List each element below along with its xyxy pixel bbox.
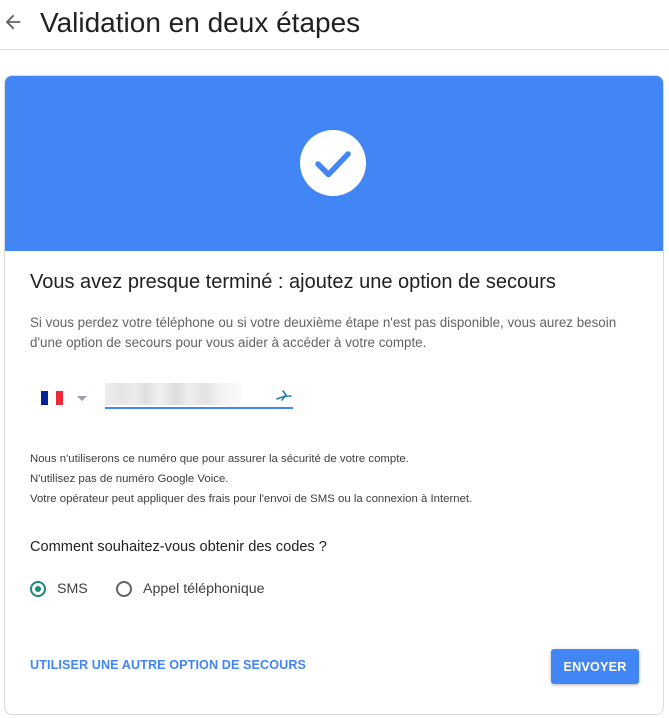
radio-label-sms: SMS	[57, 581, 88, 597]
code-delivery-question: Comment souhaitez-vous obtenir des codes…	[30, 539, 327, 555]
section-heading: Vous avez presque terminé : ajoutez une …	[30, 271, 556, 293]
note-line: Votre opérateur peut appliquer des frais…	[30, 493, 473, 505]
top-bar: Validation en deux étapes	[0, 0, 669, 50]
radio-phone-call[interactable]: Appel téléphonique	[116, 578, 265, 600]
hero-banner	[5, 76, 663, 251]
send-button[interactable]: ENVOYER	[551, 649, 639, 684]
phone-number-row	[35, 381, 305, 413]
check-circle-icon	[300, 130, 366, 196]
phone-number-input[interactable]	[105, 381, 293, 409]
caret-down-icon[interactable]	[77, 396, 87, 401]
phone-input-icon	[276, 390, 292, 401]
arrow-left-icon[interactable]	[2, 10, 24, 34]
france-flag-icon[interactable]	[41, 391, 63, 405]
note-line: N'utilisez pas de numéro Google Voice.	[30, 473, 229, 485]
description-text: Si vous perdez votre téléphone ou si vot…	[30, 315, 617, 350]
radio-unselected-icon[interactable]	[116, 581, 132, 597]
page-title: Validation en deux étapes	[40, 7, 361, 38]
phone-notes: Nous n'utiliserons ce numéro que pour as…	[30, 449, 472, 509]
radio-selected-icon[interactable]	[30, 581, 46, 597]
backup-option-card: Vous avez presque terminé : ajoutez une …	[4, 75, 664, 715]
radio-sms[interactable]: SMS	[30, 578, 88, 600]
use-other-backup-option-link[interactable]: UTILISER UNE AUTRE OPTION DE SECOURS	[30, 658, 306, 672]
note-line: Nous n'utiliserons ce numéro que pour as…	[30, 453, 409, 465]
radio-label-phone-call: Appel téléphonique	[143, 581, 265, 597]
